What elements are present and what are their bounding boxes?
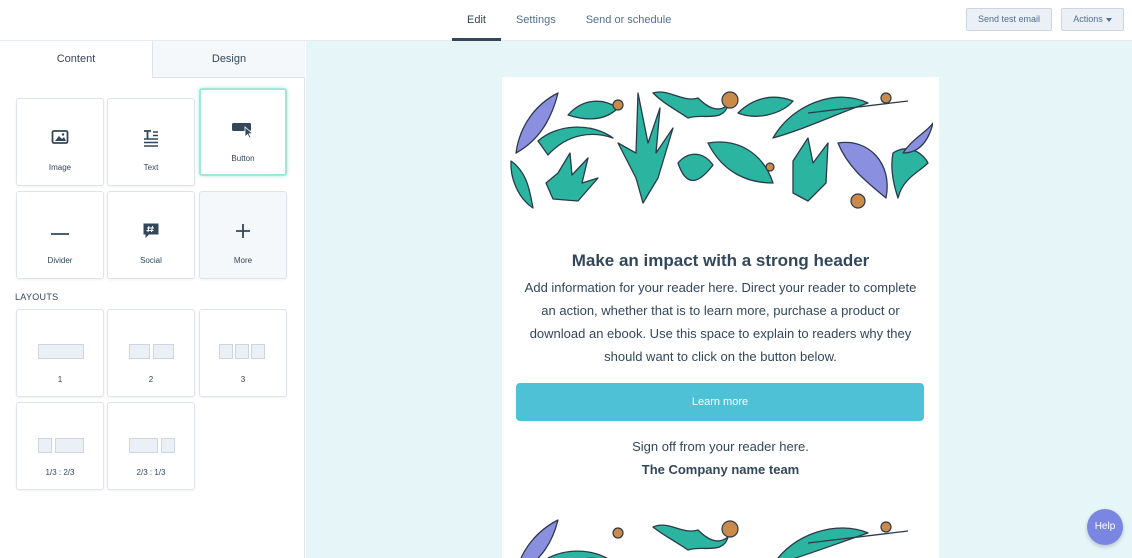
module-label: Button	[231, 154, 255, 163]
layout-column	[38, 344, 84, 359]
text-icon	[108, 129, 194, 149]
send-test-email-button[interactable]: Send test email	[966, 8, 1052, 31]
layout-2-3-1-3[interactable]: 2/3 : 1/3	[107, 402, 195, 490]
layout-column	[55, 438, 84, 453]
layout-2-columns[interactable]: 2	[107, 309, 195, 397]
layout-column	[161, 438, 175, 453]
module-button[interactable]: Button	[199, 88, 287, 176]
layout-label: 2/3 : 1/3	[136, 468, 166, 477]
layout-column	[38, 438, 52, 453]
layout-3-columns[interactable]: 3	[199, 309, 287, 397]
email-canvas: Make an impact with a strong header Add …	[306, 41, 1132, 558]
layout-column	[251, 344, 265, 359]
email-preview[interactable]: Make an impact with a strong header Add …	[502, 77, 939, 558]
tab-settings[interactable]: Settings	[501, 0, 571, 41]
email-body-text[interactable]: Add information for your reader here. Di…	[516, 276, 925, 368]
module-label: Image	[48, 163, 72, 172]
layout-label: 1/3 : 2/3	[45, 468, 75, 477]
caret-down-icon	[1105, 17, 1112, 22]
module-label: More	[233, 256, 253, 265]
help-button[interactable]: Help	[1087, 509, 1123, 545]
layout-label: 3	[240, 375, 246, 384]
layout-column	[129, 438, 158, 453]
layout-1-3-2-3[interactable]: 1/3 : 2/3	[16, 402, 104, 490]
layouts-heading: LAYOUTS	[15, 292, 59, 302]
tab-content[interactable]: Content	[0, 41, 152, 78]
layout-column	[219, 344, 233, 359]
learn-more-button[interactable]: Learn more	[516, 383, 924, 421]
company-name[interactable]: The Company name team	[502, 462, 939, 477]
leaf-footer-image	[520, 519, 909, 558]
editor-nav: Edit Settings Send or schedule	[452, 0, 686, 41]
module-label: Text	[143, 163, 159, 172]
module-divider[interactable]: Divider	[16, 191, 104, 279]
layout-label: 1	[57, 375, 63, 384]
plus-icon	[200, 222, 286, 242]
tab-design[interactable]: Design	[152, 41, 305, 78]
button-icon	[201, 120, 285, 140]
layout-column	[153, 344, 174, 359]
layout-column	[235, 344, 249, 359]
module-label: Divider	[47, 256, 73, 265]
actions-label: Actions	[1073, 14, 1103, 24]
leaf-banner-image	[510, 91, 933, 209]
left-panel: Content Design Image Text Button Divider…	[0, 41, 305, 558]
layout-1-column[interactable]: 1	[16, 309, 104, 397]
layout-column	[129, 344, 150, 359]
module-more[interactable]: More	[199, 191, 287, 279]
divider-icon	[17, 222, 103, 242]
module-image[interactable]: Image	[16, 98, 104, 186]
tab-edit[interactable]: Edit	[452, 0, 501, 41]
email-header[interactable]: Make an impact with a strong header	[502, 251, 939, 271]
social-icon	[108, 222, 194, 242]
actions-button[interactable]: Actions	[1061, 8, 1124, 31]
module-label: Social	[140, 256, 162, 265]
panel-tabs: Content Design	[0, 41, 305, 78]
module-text[interactable]: Text	[107, 98, 195, 186]
layout-label: 2	[148, 375, 154, 384]
email-signoff[interactable]: Sign off from your reader here.	[502, 439, 939, 454]
image-icon	[17, 129, 103, 149]
top-bar: Edit Settings Send or schedule Send test…	[0, 0, 1132, 41]
tab-send-or-schedule[interactable]: Send or schedule	[571, 0, 687, 41]
module-social[interactable]: Social	[107, 191, 195, 279]
